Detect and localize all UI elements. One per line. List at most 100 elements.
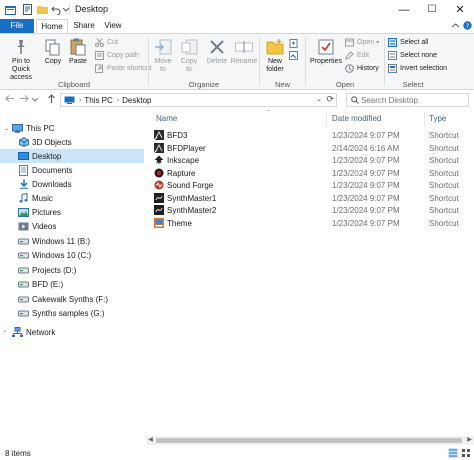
open-button[interactable]: Open ▾ (344, 38, 379, 47)
nav-item-documents[interactable]: Documents (0, 163, 144, 177)
column-divider[interactable] (424, 112, 425, 126)
horizontal-scrollbar[interactable]: ◀ ▶ (146, 436, 474, 445)
ribbon-separator (384, 37, 385, 86)
select-none-button[interactable]: Select none (387, 51, 437, 60)
nav-item-music[interactable]: Music (0, 191, 144, 205)
nav-item-drive-g[interactable]: Synths samples (G:) (0, 306, 144, 320)
new-folder-button[interactable]: New folder (263, 38, 287, 74)
scrollbar-thumb[interactable] (156, 438, 462, 443)
scroll-right-arrow-icon[interactable]: ▶ (465, 436, 474, 445)
nav-item-this-pc[interactable]: ⌄ This PC (0, 121, 144, 135)
expand-chevron-icon[interactable]: › (4, 329, 12, 335)
search-input[interactable] (361, 95, 461, 105)
nav-item-3d-objects[interactable]: 3D Objects (0, 135, 144, 149)
column-header-type[interactable]: Type (429, 114, 446, 123)
videos-icon (18, 221, 29, 232)
copy-path-button[interactable]: Copy path (94, 51, 139, 60)
move-to-button[interactable]: Move to (151, 38, 175, 74)
copy-icon (43, 38, 63, 56)
file-row[interactable]: Sound Forge 1/23/2024 9:07 PM Shortcut (154, 179, 474, 191)
nav-item-pictures[interactable]: Pictures (0, 205, 144, 219)
nav-label: Videos (32, 221, 57, 231)
delete-button[interactable]: Delete (205, 38, 229, 66)
address-bar[interactable]: › This PC › Desktop ⌄ ⟳ (60, 93, 337, 107)
column-divider[interactable] (326, 112, 327, 126)
file-row[interactable]: SynthMaster2 1/23/2024 9:07 PM Shortcut (154, 204, 474, 216)
edit-button[interactable]: Edit (344, 51, 369, 60)
explorer-app-icon[interactable] (4, 2, 16, 17)
details-view-icon[interactable] (448, 448, 458, 458)
nav-item-videos[interactable]: Videos (0, 219, 144, 233)
copy-button[interactable]: Copy (42, 38, 64, 66)
pin-label: Pin to Quick access (10, 58, 32, 81)
file-row[interactable]: Inkscape 1/23/2024 9:07 PM Shortcut (154, 154, 474, 166)
recent-locations-chevron-icon[interactable] (31, 94, 39, 106)
address-separator-icon[interactable]: › (117, 97, 119, 104)
invert-selection-button[interactable]: Invert selection (387, 64, 447, 73)
search-box[interactable] (346, 93, 469, 107)
nav-item-network[interactable]: › Network (0, 325, 144, 339)
scroll-left-arrow-icon[interactable]: ◀ (146, 436, 155, 445)
nav-label: Desktop (32, 151, 62, 161)
nav-item-drive-d[interactable]: Projects (D:) (0, 263, 144, 277)
nav-item-downloads[interactable]: Downloads (0, 177, 144, 191)
paste-shortcut-label: Paste shortcut (107, 65, 152, 72)
properties-button[interactable]: Properties (309, 38, 343, 66)
file-row[interactable]: BFDPlayer 2/14/2024 6:16 AM Shortcut (154, 142, 474, 154)
tab-view[interactable]: View (100, 19, 126, 33)
computer-icon (12, 123, 23, 134)
address-dropdown-icon[interactable]: ⌄ (316, 95, 322, 103)
edit-pencil-icon (344, 51, 354, 60)
up-arrow-icon[interactable] (45, 94, 57, 106)
cube-icon (18, 137, 29, 148)
paste-shortcut-button[interactable]: Paste shortcut (94, 64, 152, 73)
back-arrow-icon[interactable] (4, 94, 16, 106)
navigation-pane: ⌄ This PC 3D Objects Desktop Documents D… (0, 110, 146, 446)
cut-button[interactable]: Cut (94, 38, 118, 47)
forward-arrow-icon[interactable] (18, 94, 30, 106)
properties-quick-icon[interactable] (21, 2, 33, 17)
easy-access-button[interactable] (288, 51, 301, 60)
file-row[interactable]: BFD3 1/23/2024 9:07 PM Shortcut (154, 129, 474, 141)
close-button[interactable]: ✕ (446, 0, 474, 19)
qat-customize-icon[interactable] (62, 2, 69, 17)
collapse-ribbon-icon[interactable] (450, 21, 460, 31)
nav-item-drive-c[interactable]: Windows 10 (C:) (0, 248, 144, 262)
tab-home[interactable]: Home (36, 19, 68, 34)
nav-item-drive-e[interactable]: BFD (E:) (0, 277, 144, 291)
nav-item-drive-b[interactable]: Windows 11 (B:) (0, 234, 144, 248)
new-item-button[interactable] (288, 39, 301, 48)
window-title: Desktop (75, 4, 109, 14)
file-row[interactable]: SynthMaster1 1/23/2024 9:07 PM Shortcut (154, 192, 474, 204)
tab-file[interactable]: File (0, 19, 34, 33)
pin-to-quick-access-button[interactable]: Pin to Quick access (3, 38, 39, 82)
file-row[interactable]: Rapture 1/23/2024 9:07 PM Shortcut (154, 167, 474, 179)
paste-button[interactable]: Paste (66, 38, 90, 66)
drive-icon (18, 294, 29, 305)
column-header-name[interactable]: Name (156, 114, 177, 123)
select-all-button[interactable]: Select all (387, 38, 428, 47)
tab-share[interactable]: Share (70, 19, 98, 33)
help-icon[interactable]: ? (462, 21, 472, 31)
breadcrumb-this-pc[interactable]: This PC (84, 96, 112, 105)
copy-label: Copy (44, 58, 62, 65)
rename-button[interactable]: Rename (231, 38, 257, 66)
breadcrumb-desktop[interactable]: Desktop (122, 96, 151, 105)
large-icons-view-icon[interactable] (461, 448, 471, 458)
column-header-date-modified[interactable]: Date modified (332, 114, 381, 123)
history-button[interactable]: History (344, 64, 379, 73)
synthmaster-icon (154, 193, 164, 203)
expand-chevron-icon[interactable]: ⌄ (4, 125, 12, 132)
address-separator-icon[interactable]: › (79, 97, 81, 104)
minimize-button[interactable]: — (390, 0, 418, 19)
refresh-icon[interactable]: ⟳ (326, 94, 334, 105)
new-folder-quick-icon[interactable] (36, 2, 48, 17)
maximize-button[interactable]: ☐ (418, 0, 446, 19)
undo-icon[interactable] (50, 2, 62, 17)
nav-item-desktop[interactable]: Desktop (0, 149, 144, 163)
file-row[interactable]: Theme 1/23/2024 9:07 PM Shortcut (154, 217, 474, 229)
column-label: Name (156, 114, 178, 123)
nav-item-drive-f[interactable]: Cakewalk Synths (F:) (0, 292, 144, 306)
copy-to-button[interactable]: Copy to (177, 38, 201, 74)
invert-selection-icon (387, 64, 397, 73)
